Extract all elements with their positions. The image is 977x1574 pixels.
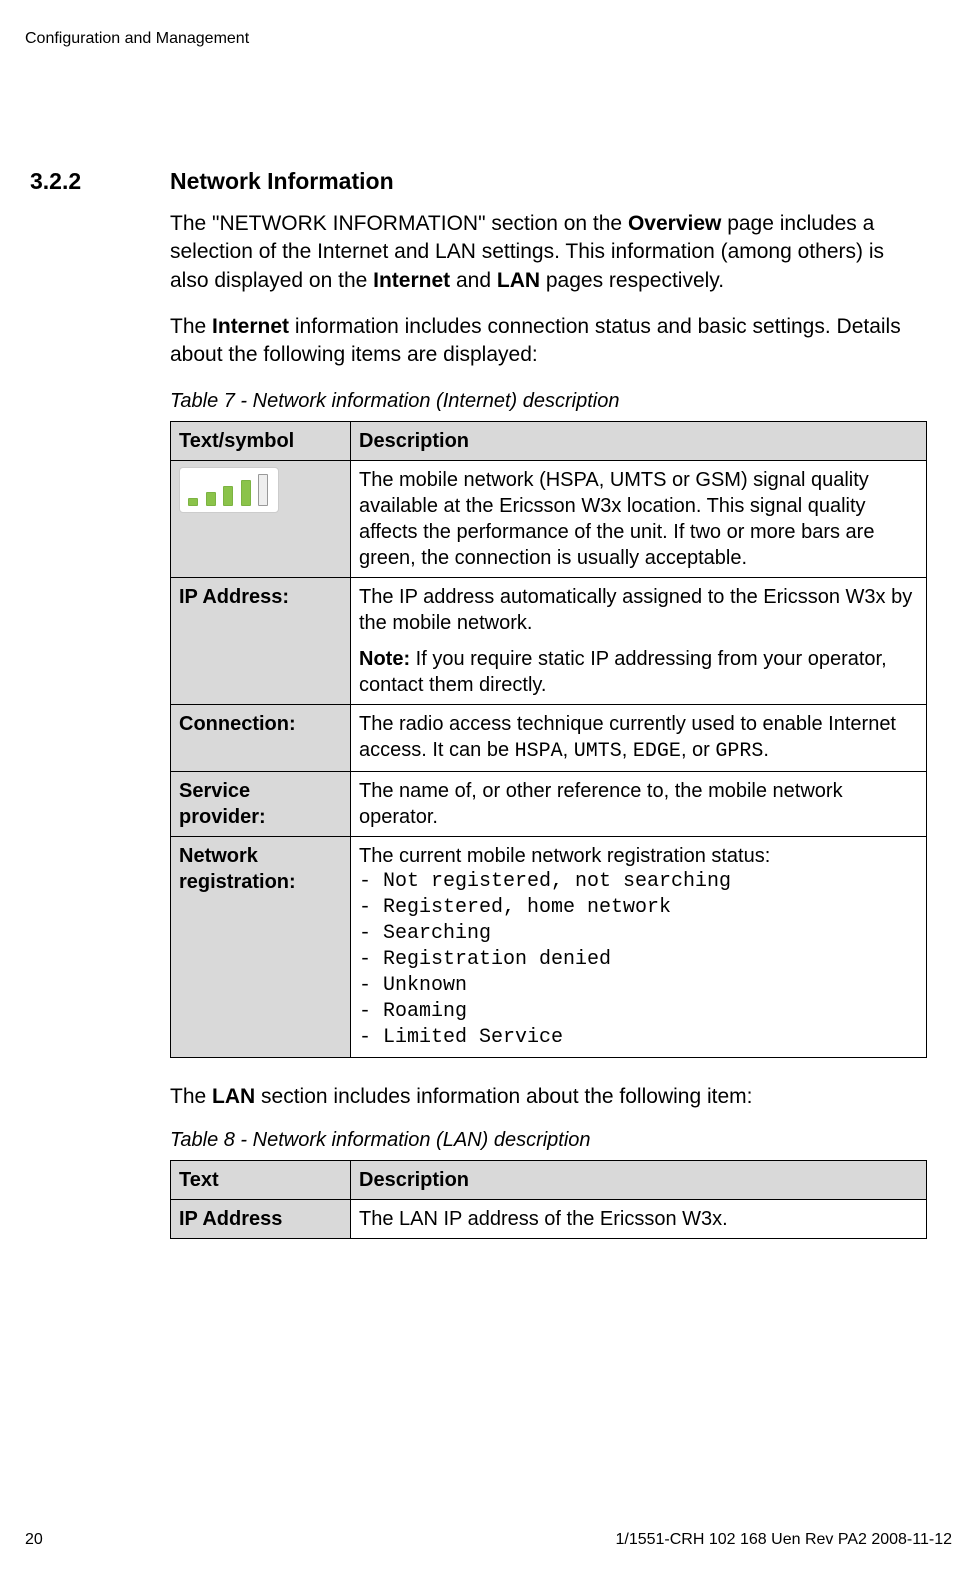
ip-label: IP Address:	[171, 577, 351, 704]
service-label: Service provider:	[171, 771, 351, 836]
lan-paragraph: The LAN section includes information abo…	[170, 1083, 927, 1111]
connection-desc: The radio access technique currently use…	[351, 704, 927, 771]
table8-header-col2: Description	[351, 1161, 927, 1200]
running-title: Configuration and Management	[25, 30, 249, 47]
signal-desc: The mobile network (HSPA, UMTS or GSM) s…	[351, 460, 927, 577]
signal-icon-cell	[171, 460, 351, 577]
table8-header-col1: Text	[171, 1161, 351, 1200]
section-title: Network Information	[170, 168, 927, 195]
table7: Text/symbol Description The mobile netwo…	[170, 421, 927, 1058]
table7-header-col1: Text/symbol	[171, 421, 351, 460]
lan-ip-label: IP Address	[171, 1200, 351, 1239]
doc-id: 1/1551-CRH 102 168 Uen Rev PA2 2008-11-1…	[615, 1531, 952, 1549]
signal-strength-icon	[179, 467, 279, 513]
section-number: 3.2.2	[30, 168, 81, 195]
ip-desc: The IP address automatically assigned to…	[359, 584, 918, 636]
table-row: Text Description	[171, 1161, 927, 1200]
intro-paragraph-1: The "NETWORK INFORMATION" section on the…	[170, 210, 927, 295]
service-desc: The name of, or other reference to, the …	[351, 771, 927, 836]
table-row: IP Address: The IP address automatically…	[171, 577, 927, 704]
table-row: Text/symbol Description	[171, 421, 927, 460]
table7-caption: Table 7 - Network information (Internet)…	[170, 390, 927, 413]
table-row: Service provider: The name of, or other …	[171, 771, 927, 836]
running-header: Configuration and Management	[25, 30, 952, 48]
ip-note: Note: If you require static IP addressin…	[359, 646, 918, 698]
netreg-label: Network registration:	[171, 836, 351, 1057]
connection-label: Connection:	[171, 704, 351, 771]
table-row: Connection: The radio access technique c…	[171, 704, 927, 771]
lan-ip-desc: The LAN IP address of the Ericsson W3x.	[351, 1200, 927, 1239]
table8-caption: Table 8 - Network information (LAN) desc…	[170, 1129, 927, 1152]
table-row: Network registration: The current mobile…	[171, 836, 927, 1057]
table8: Text Description IP Address The LAN IP a…	[170, 1160, 927, 1239]
table-row: The mobile network (HSPA, UMTS or GSM) s…	[171, 460, 927, 577]
intro-paragraph-2: The Internet information includes connec…	[170, 313, 927, 370]
table7-header-col2: Description	[351, 421, 927, 460]
table-row: IP Address The LAN IP address of the Eri…	[171, 1200, 927, 1239]
ip-desc-cell: The IP address automatically assigned to…	[351, 577, 927, 704]
page-number: 20	[25, 1531, 43, 1549]
page-footer: 20 1/1551-CRH 102 168 Uen Rev PA2 2008-1…	[25, 1531, 952, 1549]
netreg-desc: The current mobile network registration …	[351, 836, 927, 1057]
